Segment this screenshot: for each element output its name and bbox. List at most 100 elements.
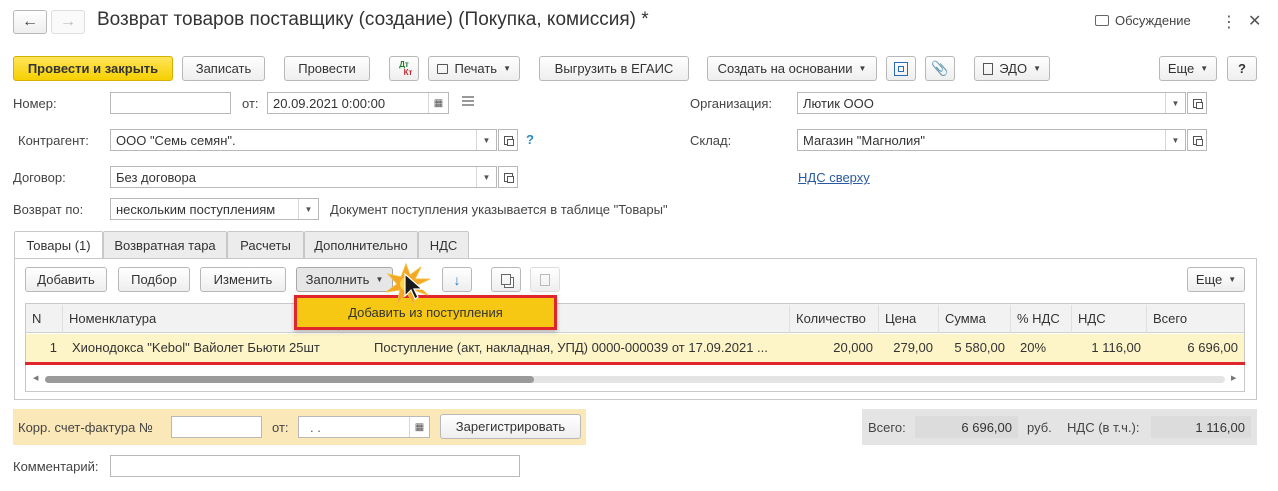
contractor-label: Контрагент: <box>18 133 89 148</box>
cell-price: 279,00 <box>893 340 933 355</box>
open-organization-button[interactable] <box>1187 92 1207 114</box>
col-sum: Сумма <box>939 305 1011 333</box>
history-icon[interactable] <box>462 96 474 106</box>
vat-incl-value-field: 1 116,00 <box>1151 416 1251 438</box>
chevron-down-icon[interactable]: ▼ <box>298 199 318 219</box>
more-button[interactable]: Еще ▼ <box>1159 56 1217 81</box>
organization-field[interactable]: Лютик ООО ▼ <box>797 92 1186 114</box>
egais-export-button[interactable]: Выгрузить в ЕГАИС <box>539 56 689 81</box>
col-vat-rate: % НДС <box>1011 305 1072 333</box>
copy-icon <box>501 274 511 285</box>
corr-invoice-label: Корр. счет-фактура № <box>18 420 153 435</box>
open-icon <box>503 135 514 146</box>
close-icon[interactable]: ✕ <box>1248 11 1261 31</box>
paperclip-icon: 📎 <box>931 60 949 76</box>
return-by-select[interactable]: нескольким поступлениям ▼ <box>110 198 319 220</box>
corr-date-label: от: <box>272 420 289 435</box>
contract-field[interactable]: Без договора ▼ <box>110 166 497 188</box>
calendar-icon[interactable]: ▦ <box>428 93 448 113</box>
cell-nomenclature: Хионодокса "Kebol" Вайолет Бьюти 25шт <box>72 340 320 355</box>
chevron-down-icon: ▼ <box>1228 275 1237 284</box>
number-field[interactable] <box>110 92 231 114</box>
edo-button[interactable]: ЭДО ▼ <box>974 56 1050 81</box>
col-price: Цена <box>879 305 939 333</box>
help-button[interactable]: ? <box>1227 56 1257 81</box>
chevron-down-icon[interactable]: ▼ <box>476 167 496 187</box>
horizontal-scrollbar[interactable] <box>45 376 1225 383</box>
chevron-down-icon: ▼ <box>503 64 511 73</box>
scroll-left-icon[interactable]: ◀ <box>33 374 38 382</box>
cell-receipt: Поступление (акт, накладная, УПД) 0000-0… <box>374 340 768 355</box>
chevron-down-icon[interactable]: ▼ <box>1165 93 1185 113</box>
paste-rows-button[interactable] <box>530 267 560 292</box>
chevron-down-icon: ▼ <box>1033 64 1041 73</box>
comment-label: Комментарий: <box>13 459 99 474</box>
contractor-help-icon[interactable]: ? <box>526 132 534 147</box>
fill-button[interactable]: Заполнить ▼ <box>296 267 393 292</box>
dt-kt-button[interactable]: Дт Кт <box>389 56 419 81</box>
create-based-on-button[interactable]: Создать на основании ▼ <box>707 56 877 81</box>
back-button[interactable]: ← <box>13 10 47 34</box>
cell-total: 6 696,00 <box>1187 340 1238 355</box>
add-row-button[interactable]: Добавить <box>25 267 107 292</box>
copy-rows-button[interactable] <box>491 267 521 292</box>
chevron-down-icon: ▼ <box>1200 64 1209 73</box>
open-contract-button[interactable] <box>498 166 518 188</box>
table-more-button[interactable]: Еще ▼ <box>1187 267 1245 292</box>
organization-label: Организация: <box>690 96 773 111</box>
chevron-down-icon[interactable]: ▼ <box>1165 130 1185 150</box>
chat-icon <box>1095 15 1109 26</box>
number-label: Номер: <box>13 96 57 111</box>
post-button[interactable]: Провести <box>284 56 370 81</box>
scroll-right-icon[interactable]: ▶ <box>1231 374 1236 382</box>
date-field[interactable]: 20.09.2021 0:00:00 ▦ <box>267 92 449 114</box>
return-by-hint: Документ поступления указывается в табли… <box>330 202 668 217</box>
attachments-button[interactable]: 📎 <box>925 56 955 81</box>
chevron-down-icon[interactable]: ▼ <box>476 130 496 150</box>
structure-button[interactable] <box>886 56 916 81</box>
vat-incl-label: НДС (в т.ч.): <box>1067 420 1140 435</box>
currency-label: руб. <box>1027 420 1052 435</box>
tab-returnable-containers[interactable]: Возвратная тара <box>103 231 227 258</box>
warehouse-field[interactable]: Магазин "Магнолия" ▼ <box>797 129 1186 151</box>
tab-additional[interactable]: Дополнительно <box>304 231 418 258</box>
kt-label: Кт <box>403 67 413 77</box>
kebab-menu-icon[interactable]: ⋮ <box>1221 12 1237 32</box>
save-button[interactable]: Записать <box>182 56 265 81</box>
arrow-down-icon: ↓ <box>453 271 461 288</box>
tab-goods[interactable]: Товары (1) <box>14 231 103 259</box>
calendar-icon[interactable]: ▦ <box>409 417 429 437</box>
open-icon <box>1192 135 1203 146</box>
cell-sum: 5 580,00 <box>954 340 1005 355</box>
tab-vat[interactable]: НДС <box>418 231 469 258</box>
cell-vat-rate: 20% <box>1020 340 1047 355</box>
scrollbar-thumb[interactable] <box>45 376 534 383</box>
corr-invoice-number-field[interactable] <box>171 416 262 438</box>
contractor-field[interactable]: ООО "Семь семян". ▼ <box>110 129 497 151</box>
tab-settlements[interactable]: Расчеты <box>227 231 304 258</box>
edit-row-button[interactable]: Изменить <box>200 267 286 292</box>
cell-quantity: 20,000 <box>833 340 873 355</box>
open-warehouse-button[interactable] <box>1187 129 1207 151</box>
pick-button[interactable]: Подбор <box>118 267 190 292</box>
cell-vat: 1 116,00 <box>1091 340 1141 355</box>
return-by-label: Возврат по: <box>13 202 84 217</box>
col-quantity: Количество <box>790 305 879 333</box>
total-label: Всего: <box>868 420 906 435</box>
register-button[interactable]: Зарегистрировать <box>440 414 581 439</box>
annotation-underline <box>25 362 1245 365</box>
vat-on-top-link[interactable]: НДС сверху <box>798 170 870 185</box>
post-and-close-button[interactable]: Провести и закрыть <box>13 56 173 81</box>
chevron-down-icon: ▼ <box>375 275 384 284</box>
comment-field[interactable] <box>110 455 520 477</box>
open-icon <box>1192 98 1203 109</box>
discussion-button[interactable]: Обсуждение <box>1095 13 1191 28</box>
print-button[interactable]: Печать ▼ <box>428 56 520 81</box>
window-title: Возврат товаров поставщику (создание) (П… <box>97 9 649 30</box>
forward-button[interactable]: → <box>51 10 85 34</box>
open-contractor-button[interactable] <box>498 129 518 151</box>
date-label: от: <box>242 96 259 111</box>
corr-date-field[interactable]: . . ▦ <box>298 416 430 438</box>
contract-label: Договор: <box>13 170 66 185</box>
move-down-button[interactable]: ↓ <box>442 267 472 292</box>
